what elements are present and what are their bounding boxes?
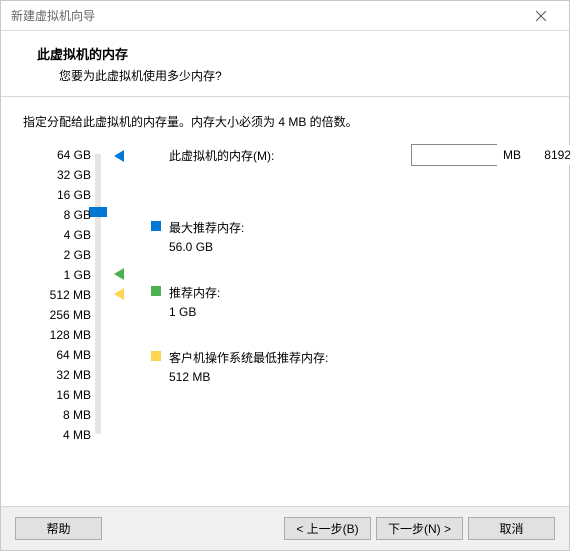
min-mem-label: 客户机操作系统最低推荐内存: bbox=[169, 349, 328, 366]
tick-label: 128 MB bbox=[35, 328, 91, 342]
next-button[interactable]: 下一步(N) > bbox=[376, 517, 463, 540]
tick-label: 1 GB bbox=[35, 268, 91, 282]
instruction-text: 指定分配给此虚拟机的内存量。内存大小必须为 4 MB 的倍数。 bbox=[23, 113, 547, 130]
tick-label: 8 GB bbox=[35, 208, 91, 222]
min-marker-icon bbox=[114, 288, 124, 303]
memory-unit: MB bbox=[503, 148, 521, 162]
tick-label: 16 GB bbox=[35, 188, 91, 202]
wizard-footer: 帮助 < 上一步(B) 下一步(N) > 取消 bbox=[1, 506, 569, 550]
tick-label: 32 MB bbox=[35, 368, 91, 382]
header-sub: 您要为此虚拟机使用多少内存? bbox=[37, 67, 549, 84]
memory-input-row: 此虚拟机的内存(M): bbox=[169, 147, 274, 164]
close-icon bbox=[536, 11, 546, 21]
memory-slider-handle[interactable] bbox=[89, 207, 107, 217]
max-mem-label: 最大推荐内存: bbox=[169, 219, 244, 236]
tick-label: 32 GB bbox=[35, 168, 91, 182]
rec-mem-block: 推荐内存: 1 GB bbox=[169, 284, 220, 319]
square-blue-icon bbox=[151, 221, 161, 231]
square-yellow-icon bbox=[151, 351, 161, 361]
cancel-button[interactable]: 取消 bbox=[468, 517, 555, 540]
tick-label: 2 GB bbox=[35, 248, 91, 262]
memory-input-wrap: MB bbox=[411, 144, 521, 166]
min-mem-value: 512 MB bbox=[169, 370, 328, 384]
min-mem-block: 客户机操作系统最低推荐内存: 512 MB bbox=[169, 349, 328, 384]
rec-mem-label: 推荐内存: bbox=[169, 284, 220, 301]
help-button[interactable]: 帮助 bbox=[15, 517, 102, 540]
rec-marker-icon bbox=[114, 268, 124, 283]
tick-label: 64 GB bbox=[35, 148, 91, 162]
back-button[interactable]: < 上一步(B) bbox=[284, 517, 371, 540]
square-green-icon bbox=[151, 286, 161, 296]
memory-input[interactable] bbox=[412, 145, 570, 165]
max-mem-value: 56.0 GB bbox=[169, 240, 244, 254]
memory-area: 64 GB 32 GB 16 GB 8 GB 4 GB 2 GB 1 GB 51… bbox=[23, 150, 547, 450]
max-mem-block: 最大推荐内存: 56.0 GB bbox=[169, 219, 244, 254]
titlebar: 新建虚拟机向导 bbox=[1, 1, 569, 31]
tick-label: 512 MB bbox=[35, 288, 91, 302]
close-button[interactable] bbox=[521, 2, 561, 30]
current-marker-icon bbox=[114, 150, 124, 165]
tick-label: 8 MB bbox=[35, 408, 91, 422]
content-area: 指定分配给此虚拟机的内存量。内存大小必须为 4 MB 的倍数。 64 GB 32… bbox=[1, 97, 569, 506]
window-title: 新建虚拟机向导 bbox=[11, 7, 521, 24]
rec-mem-value: 1 GB bbox=[169, 305, 220, 319]
memory-spinner bbox=[411, 144, 497, 166]
wizard-header: 此虚拟机的内存 您要为此虚拟机使用多少内存? bbox=[1, 31, 569, 97]
tick-label: 4 GB bbox=[35, 228, 91, 242]
tick-label: 64 MB bbox=[35, 348, 91, 362]
header-heading: 此虚拟机的内存 bbox=[37, 44, 549, 63]
memory-slider-track[interactable] bbox=[95, 154, 101, 434]
tick-label: 16 MB bbox=[35, 388, 91, 402]
tick-label: 256 MB bbox=[35, 308, 91, 322]
memory-label: 此虚拟机的内存(M): bbox=[169, 147, 274, 164]
tick-label: 4 MB bbox=[35, 428, 91, 442]
